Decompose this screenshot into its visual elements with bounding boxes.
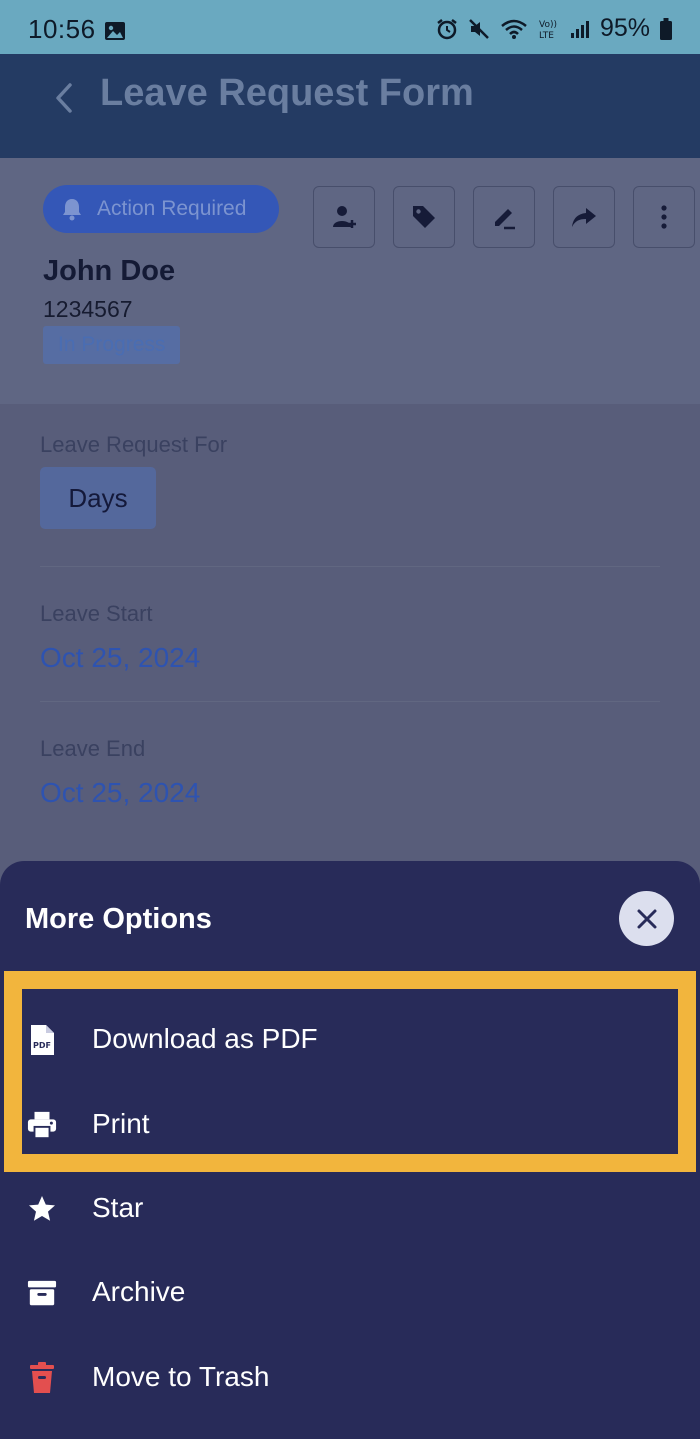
add-user-icon [333, 206, 356, 228]
star-label: Star [92, 1192, 144, 1223]
image-notification-icon [104, 21, 126, 46]
printer-icon [27, 1108, 57, 1142]
requester-name: John Doe [43, 255, 176, 287]
assign-user-button[interactable] [313, 186, 375, 248]
page-title: Leave Request Form [100, 72, 474, 114]
trash-icon [27, 1361, 57, 1395]
star-option[interactable]: Star [0, 1174, 700, 1244]
mute-icon [468, 18, 490, 40]
star-icon [27, 1192, 57, 1226]
move-to-trash-option[interactable]: Move to Trash [0, 1343, 700, 1413]
sheet-title: More Options [25, 903, 212, 935]
leave-start-value: Oct 25, 2024 [40, 642, 201, 673]
action-required-badge[interactable]: Action Required [43, 185, 279, 233]
leave-end-label: Leave End [40, 736, 146, 761]
svg-text:Vo)): Vo)) [539, 20, 557, 30]
chevron-left-icon [56, 83, 72, 113]
archive-option[interactable]: Archive [0, 1258, 700, 1328]
forward-button[interactable] [553, 186, 615, 248]
requester-id: 1234567 [43, 296, 133, 322]
status-badge: In Progress [43, 326, 181, 364]
request-header-card: Action Required John Doe 1234567 In Prog… [0, 158, 700, 404]
tag-icon [413, 206, 435, 228]
pdf-file-icon: PDF [27, 1023, 57, 1057]
leave-for-value: Days [40, 467, 156, 529]
print-label: Print [92, 1108, 150, 1139]
divider [40, 566, 660, 567]
archive-icon [27, 1276, 57, 1310]
action-required-label: Action Required [97, 197, 247, 220]
leave-start-label: Leave Start [40, 601, 153, 626]
battery-level: 95% [599, 14, 650, 42]
close-button[interactable] [619, 891, 674, 946]
tag-button[interactable] [393, 186, 455, 248]
battery-icon [660, 17, 672, 40]
leave-end-value: Oct 25, 2024 [40, 777, 201, 808]
print-option[interactable]: Print [0, 1090, 700, 1160]
archive-label: Archive [92, 1276, 186, 1307]
divider [40, 701, 660, 702]
more-options-button[interactable] [633, 186, 695, 248]
wifi-icon [500, 18, 528, 40]
svg-text:PDF: PDF [33, 1041, 51, 1050]
more-options-sheet: More Options PDF Download as PDF Print S… [0, 861, 700, 1439]
action-toolbar [313, 186, 695, 248]
status-time: 10:56 [28, 14, 96, 44]
volte-icon: Vo)) LTE [538, 17, 560, 41]
leave-for-label: Leave Request For [40, 432, 228, 457]
move-to-trash-label: Move to Trash [92, 1361, 270, 1392]
signal-icon [570, 19, 590, 39]
status-bar: 10:56 Vo)) LTE 95% [0, 0, 700, 54]
app-bar: Leave Request Form [0, 54, 700, 158]
share-arrow-icon [572, 208, 596, 227]
download-pdf-option[interactable]: PDF Download as PDF [0, 1005, 700, 1075]
more-vertical-icon [661, 205, 667, 229]
pencil-icon [495, 209, 515, 230]
download-pdf-label: Download as PDF [92, 1023, 318, 1054]
back-button[interactable] [44, 76, 84, 120]
bell-icon [63, 199, 81, 221]
svg-text:LTE: LTE [539, 31, 554, 41]
close-icon [637, 909, 656, 928]
alarm-icon [436, 18, 458, 40]
edit-button[interactable] [473, 186, 535, 248]
